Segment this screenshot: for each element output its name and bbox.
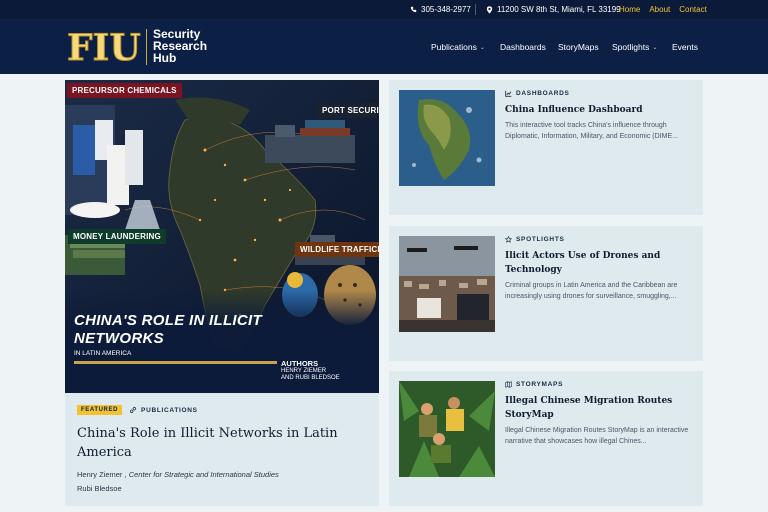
featured-author-1: Henry Ziemer , Center for Strategic and … (77, 470, 279, 479)
nav-events[interactable]: Events (672, 42, 698, 52)
card-description: Criminal groups in Latin America and the… (505, 282, 678, 300)
hero-author-2: AND RUBI BLEDSOE (281, 375, 340, 381)
about-link[interactable]: About (649, 5, 670, 14)
card-thumbnail[interactable] (399, 236, 495, 332)
card-china-influence-dashboard[interactable]: DASHBOARDS China Influence Dashboard Thi… (389, 80, 703, 215)
chevron-down-icon: ⌄ (479, 44, 485, 51)
hero-authors: AUTHORS HENRY ZIEMER AND RUBI BLEDSOE (281, 360, 340, 383)
tag-port-security: PORT SECURITY (317, 103, 379, 118)
card-category[interactable]: DASHBOARDS (505, 90, 570, 97)
logo-divider (146, 29, 147, 65)
card-title[interactable]: Illegal Chinese Migration Routes StoryMa… (505, 394, 695, 422)
globe-thumbnail (399, 90, 495, 186)
fiu-logo-mark: FIU (67, 27, 142, 70)
featured-author-2[interactable]: Rubi Bledsoe (77, 484, 122, 493)
phone-number[interactable]: 305-348-2977 (421, 5, 471, 14)
main-navigation: FIU Security Research Hub Publications ⌄… (0, 19, 768, 74)
contact-link[interactable]: Contact (679, 5, 707, 14)
card-description: This interactive tool tracks China's inf… (505, 122, 678, 140)
map-icon (505, 381, 512, 388)
hero-authors-label: AUTHORS (281, 359, 319, 368)
tag-precursor-chemicals: PRECURSOR CHEMICALS (67, 83, 182, 98)
map-pin-icon (486, 5, 493, 14)
brand-line-3: Hub (153, 51, 177, 65)
star-icon (505, 236, 512, 243)
card-title[interactable]: China Influence Dashboard (505, 103, 695, 117)
author-1-org: Center for Strategic and International S… (128, 470, 279, 479)
featured-article-card[interactable]: PRECURSOR CHEMICALS PORT SECURITY MONEY … (65, 80, 379, 506)
hero-title: CHINA'S ROLE IN ILLICIT NETWORKS (74, 312, 304, 348)
link-icon (129, 406, 137, 414)
featured-category[interactable]: PUBLICATIONS (129, 406, 198, 414)
nav-publications-label: Publications (431, 42, 477, 52)
nav-events-label: Events (672, 42, 698, 52)
nav-publications[interactable]: Publications ⌄ (431, 42, 485, 52)
card-category[interactable]: STORYMAPS (505, 381, 563, 388)
fiu-logo[interactable]: FIU (66, 27, 144, 70)
card-description: Illegal Chinese Migration Routes StoryMa… (505, 427, 689, 445)
card-category-label: STORYMAPS (516, 381, 564, 388)
top-bar: 305-348-2977 11200 SW 8th St, Miami, FL … (0, 0, 768, 19)
tag-wildlife-trafficking: WILDLIFE TRAFFICKING (295, 242, 379, 257)
hero-divider-bar (74, 361, 277, 364)
migration-thumbnail (399, 381, 495, 477)
nav-storymaps[interactable]: StoryMaps (558, 42, 599, 52)
nav-dashboards-label: Dashboards (500, 42, 546, 52)
hero-title-line-2: NETWORKS (74, 330, 164, 347)
featured-image[interactable]: PRECURSOR CHEMICALS PORT SECURITY MONEY … (65, 80, 379, 393)
phone-contact[interactable]: 305-348-2977 (410, 5, 471, 14)
chart-icon (505, 90, 512, 97)
nav-spotlights-label: Spotlights (612, 42, 650, 52)
card-category-label: DASHBOARDS (516, 90, 570, 97)
drones-thumbnail (399, 236, 495, 332)
address-text: 11200 SW 8th St, Miami, FL 33199 (497, 5, 621, 14)
hero-title-line-1: CHINA'S ROLE IN ILLICIT (74, 312, 262, 329)
nav-storymaps-label: StoryMaps (558, 42, 599, 52)
home-link[interactable]: Home (619, 5, 640, 14)
nav-spotlights[interactable]: Spotlights ⌄ (612, 42, 657, 52)
card-thumbnail[interactable] (399, 381, 495, 477)
phone-icon (410, 6, 417, 13)
featured-badge: FEATURED (77, 405, 123, 415)
card-title[interactable]: Ilicit Actors Use of Drones and Technolo… (505, 249, 695, 277)
featured-meta: FEATURED PUBLICATIONS (77, 405, 198, 415)
author-1-name[interactable]: Henry Ziemer (77, 470, 122, 479)
tag-money-laundering: MONEY LAUNDERING (68, 229, 166, 244)
topbar-divider (475, 4, 476, 15)
card-category-label: SPOTLIGHTS (516, 236, 565, 243)
featured-category-label: PUBLICATIONS (141, 406, 198, 414)
card-category[interactable]: SPOTLIGHTS (505, 236, 565, 243)
address: 11200 SW 8th St, Miami, FL 33199 (486, 5, 621, 14)
chevron-down-icon: ⌄ (652, 44, 658, 51)
top-links: Home About Contact (619, 5, 707, 14)
card-migration-routes-storymap[interactable]: STORYMAPS Illegal Chinese Migration Rout… (389, 371, 703, 506)
hero-author-1: HENRY ZIEMER (281, 367, 327, 374)
featured-title[interactable]: China's Role in Illicit Networks in Lati… (77, 424, 367, 462)
nav-dashboards[interactable]: Dashboards (500, 42, 546, 52)
card-drones-technology[interactable]: SPOTLIGHTS Ilicit Actors Use of Drones a… (389, 226, 703, 361)
hero-subtitle: IN LATIN AMERICA (74, 350, 132, 357)
card-thumbnail[interactable] (399, 90, 495, 186)
brand-text[interactable]: Security Research Hub (153, 28, 207, 64)
logo-letters: FIU (67, 28, 141, 64)
